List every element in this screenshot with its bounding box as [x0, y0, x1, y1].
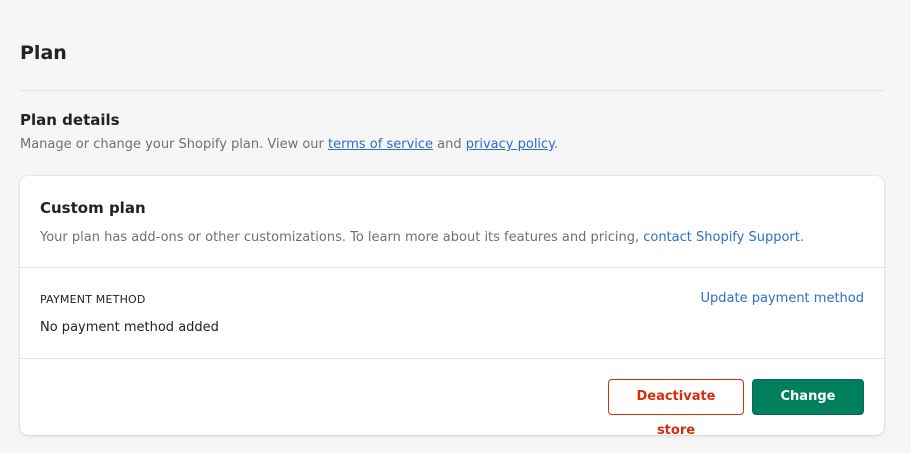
- page-title: Plan: [20, 42, 67, 64]
- custom-plan-description: Your plan has add-ons or other customiza…: [40, 229, 804, 247]
- update-payment-method-link[interactable]: Update payment method: [701, 290, 864, 308]
- change-plan-button[interactable]: Change plan: [752, 379, 864, 435]
- card-divider-2: [20, 358, 884, 359]
- custom-plan-card: Custom plan Your plan has add-ons or oth…: [20, 176, 884, 435]
- payment-method-value: No payment method added: [40, 320, 219, 335]
- plan-page: Plan Plan details Manage or change your …: [0, 0, 911, 453]
- plan-details-title: Plan details: [20, 111, 120, 129]
- terms-of-service-link[interactable]: terms of service: [328, 137, 433, 152]
- custom-plan-title: Custom plan: [40, 199, 146, 217]
- plan-details-description: Manage or change your Shopify plan. View…: [20, 136, 558, 154]
- deactivate-store-button[interactable]: Deactivate store: [608, 379, 744, 435]
- payment-method-heading: PAYMENT METHOD: [40, 293, 146, 306]
- custom-plan-desc-prefix: Your plan has add-ons or other customiza…: [40, 230, 644, 245]
- contact-support-link[interactable]: contact Shopify Support: [643, 230, 800, 245]
- card-divider-1: [20, 267, 884, 268]
- privacy-policy-link[interactable]: privacy policy: [466, 137, 554, 152]
- plan-details-desc-suffix: .: [554, 137, 559, 152]
- custom-plan-section: Custom plan Your plan has add-ons or oth…: [20, 176, 884, 267]
- custom-plan-desc-suffix: .: [799, 230, 805, 245]
- header-divider: [20, 90, 884, 91]
- plan-details-desc-middle: and: [433, 137, 466, 152]
- plan-details-desc-prefix: Manage or change your Shopify plan. View…: [20, 137, 329, 152]
